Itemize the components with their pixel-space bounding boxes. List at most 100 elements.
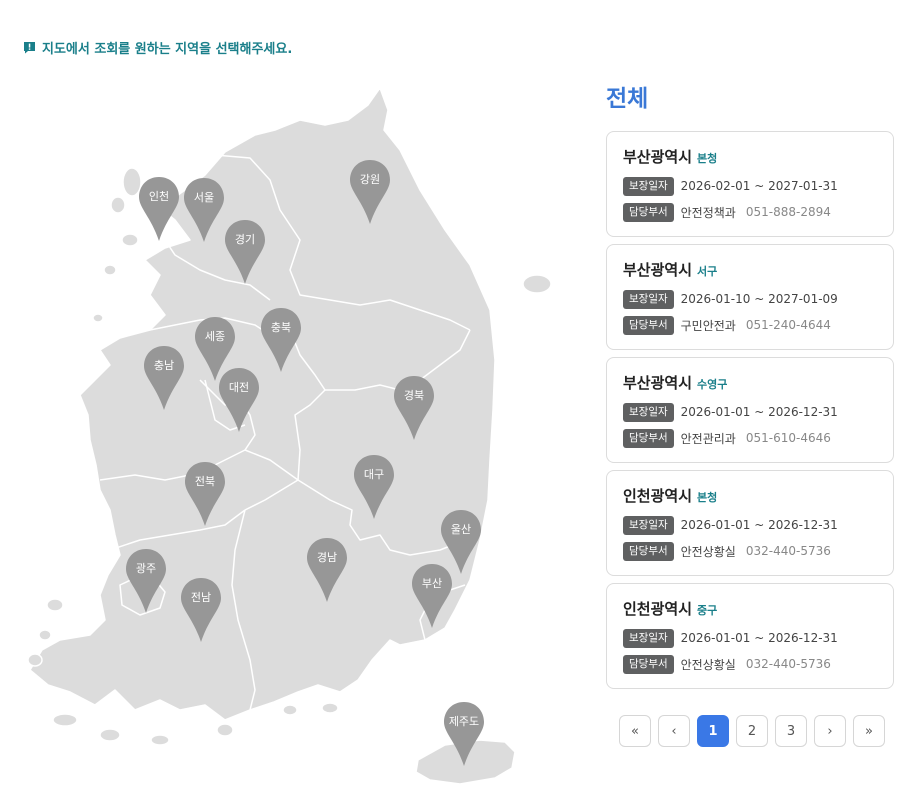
card-city: 인천광역시: [623, 600, 693, 618]
pin-label: 전북: [194, 475, 216, 488]
result-card[interactable]: 부산광역시 서구 보장일자 2026-01-10 ~ 2027-01-09 담당…: [606, 244, 894, 350]
page-button-2[interactable]: 2: [736, 715, 768, 747]
instruction-text: 지도에서 조회를 원하는 지역을 선택해주세요.: [42, 42, 293, 57]
card-city: 부산광역시: [623, 148, 693, 166]
region-pin-gwangju[interactable]: 광주: [124, 547, 168, 615]
region-pin-incheon[interactable]: 인천: [137, 175, 181, 243]
selected-region-title: 전체: [606, 86, 649, 112]
last-page-button[interactable]: »: [853, 715, 885, 747]
map-pin-icon: [261, 308, 301, 372]
region-pin-daegu[interactable]: 대구: [352, 453, 396, 521]
card-office: 서구: [697, 265, 718, 278]
region-pin-gyeongnam[interactable]: 경남: [305, 536, 349, 604]
pin-label: 경북: [403, 389, 425, 402]
card-office: 본청: [697, 152, 718, 165]
phone-value: 051-240-4644: [745, 318, 831, 332]
region-pin-seoul[interactable]: 서울: [182, 176, 226, 244]
map-pin-icon: [444, 702, 484, 766]
period-value: 2026-01-01 ~ 2026-12-31: [680, 405, 838, 419]
page-button-1[interactable]: 1: [697, 715, 729, 747]
region-pin-daejeon[interactable]: 대전: [217, 366, 261, 434]
pin-label: 경남: [316, 551, 338, 564]
map-pin-icon: [181, 578, 221, 642]
pin-label: 대전: [228, 381, 250, 394]
map-pin-icon: [225, 220, 265, 284]
period-value: 2026-01-10 ~ 2027-01-09: [680, 292, 838, 306]
pin-label: 강원: [359, 173, 381, 186]
period-badge: 보장일자: [623, 176, 674, 196]
map-pin-icon: [184, 178, 224, 242]
result-card[interactable]: 부산광역시 본청 보장일자 2026-02-01 ~ 2027-01-31 담당…: [606, 131, 894, 237]
result-card[interactable]: 인천광역시 중구 보장일자 2026-01-01 ~ 2026-12-31 담당…: [606, 583, 894, 689]
card-city: 인천광역시: [623, 487, 693, 505]
dept-value: 구민안전과: [680, 318, 736, 333]
map-pin-icon: [307, 538, 347, 602]
first-page-button[interactable]: «: [619, 715, 651, 747]
map-pin-icon: [144, 346, 184, 410]
pin-label: 대구: [363, 468, 385, 481]
region-pin-busan[interactable]: 부산: [410, 562, 454, 630]
card-city: 부산광역시: [623, 261, 693, 279]
dept-value: 안전상황실: [680, 544, 736, 559]
map-pin-icon: [412, 564, 452, 628]
region-pin-gangwon[interactable]: 강원: [348, 158, 392, 226]
card-office: 수영구: [697, 378, 728, 391]
pin-label: 광주: [135, 562, 157, 575]
dept-value: 안전상황실: [680, 657, 736, 672]
region-pin-chungbuk[interactable]: 충북: [259, 306, 303, 374]
map-pin-icon: [354, 455, 394, 519]
pin-label: 세종: [204, 330, 226, 343]
ulleung-island-shape: [522, 274, 552, 294]
period-badge: 보장일자: [623, 628, 674, 648]
map-pin-icon: [185, 462, 225, 526]
period-value: 2026-01-01 ~ 2026-12-31: [680, 631, 838, 645]
region-pin-gyeongbuk[interactable]: 경북: [392, 374, 436, 442]
pin-label: 경기: [234, 233, 256, 246]
info-bubble-icon: [24, 42, 35, 54]
pin-label: 부산: [421, 577, 443, 590]
map-pin-icon: [394, 376, 434, 440]
map-pin-icon: [350, 160, 390, 224]
pin-label: 서울: [193, 191, 215, 204]
period-badge: 보장일자: [623, 289, 674, 309]
region-pin-jeonnam[interactable]: 전남: [179, 576, 223, 644]
region-pin-gyeonggi[interactable]: 경기: [223, 218, 267, 286]
period-value: 2026-01-01 ~ 2026-12-31: [680, 518, 838, 532]
region-pin-jeonbuk[interactable]: 전북: [183, 460, 227, 528]
result-card[interactable]: 인천광역시 본청 보장일자 2026-01-01 ~ 2026-12-31 담당…: [606, 470, 894, 576]
prev-page-button[interactable]: ‹: [658, 715, 690, 747]
phone-value: 051-610-4646: [745, 431, 831, 445]
pin-label: 울산: [450, 523, 472, 536]
map-pin-icon: [219, 368, 259, 432]
phone-value: 032-440-5736: [745, 544, 831, 558]
pin-label: 전남: [190, 591, 212, 604]
phone-value: 051-888-2894: [745, 205, 831, 219]
dept-badge: 담당부서: [623, 541, 674, 561]
region-pin-chungnam[interactable]: 충남: [142, 344, 186, 412]
dept-badge: 담당부서: [623, 428, 674, 448]
korea-map-shape: [27, 87, 552, 785]
period-value: 2026-02-01 ~ 2027-01-31: [680, 179, 838, 193]
next-page-button[interactable]: ›: [814, 715, 846, 747]
region-pin-jeju[interactable]: 제주도: [442, 700, 486, 768]
map-pin-icon: [126, 549, 166, 613]
result-card[interactable]: 부산광역시 수영구 보장일자 2026-01-01 ~ 2026-12-31 담…: [606, 357, 894, 463]
card-office: 중구: [697, 604, 718, 617]
map-instruction: 지도에서 조회를 원하는 지역을 선택해주세요.: [23, 38, 292, 57]
period-badge: 보장일자: [623, 402, 674, 422]
dept-value: 안전정책과: [680, 205, 736, 220]
dept-value: 안전관리과: [680, 431, 736, 446]
pin-label: 인천: [148, 190, 170, 203]
pin-label: 제주도: [448, 715, 480, 728]
phone-value: 032-440-5736: [745, 657, 831, 671]
dept-badge: 담당부서: [623, 315, 674, 335]
card-city: 부산광역시: [623, 374, 693, 392]
card-office: 본청: [697, 491, 718, 504]
korea-region-map: 인천 서울 경기 강원 세종 충북 충남 대전 경북 대구 전북 울산 경남 광…: [0, 80, 560, 799]
page-button-3[interactable]: 3: [775, 715, 807, 747]
pagination: « ‹ 1 2 3 › »: [619, 715, 885, 747]
pin-label: 충북: [270, 321, 292, 334]
map-pin-icon: [139, 177, 179, 241]
dept-badge: 담당부서: [623, 202, 674, 222]
results-panel: 전체: [606, 84, 894, 118]
